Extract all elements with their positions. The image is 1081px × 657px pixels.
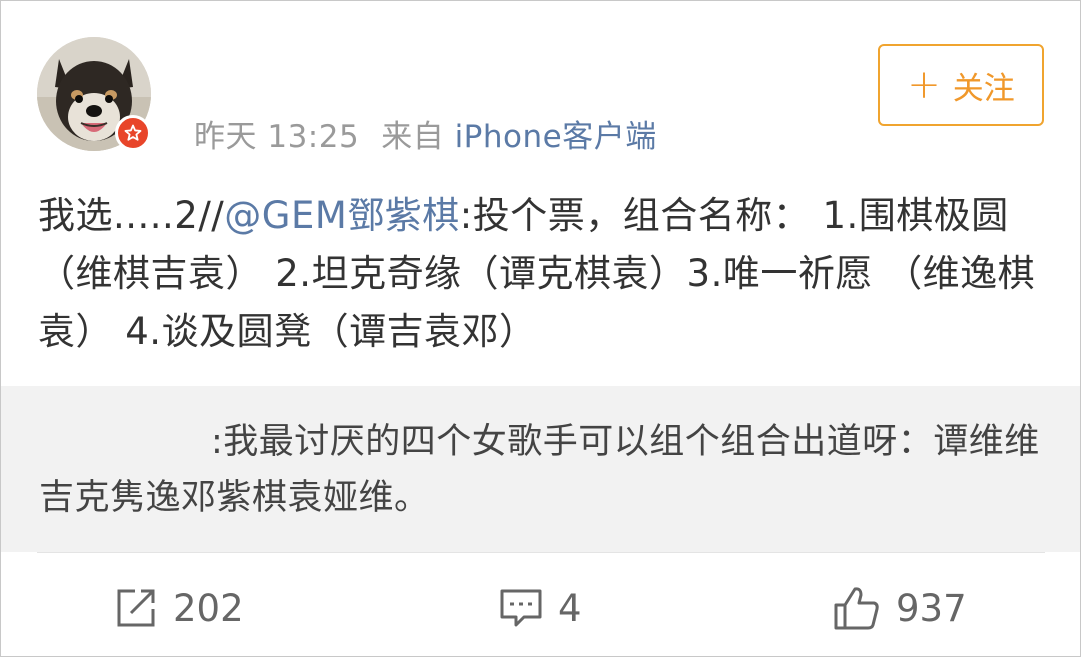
- follow-label: 关注: [952, 70, 1015, 107]
- mention-link[interactable]: @GEM鄧紫棋: [224, 194, 459, 237]
- comment-button[interactable]: 4: [498, 583, 582, 633]
- post-source-link[interactable]: iPhone客户端: [455, 119, 657, 155]
- repost-button[interactable]: 202: [113, 583, 244, 633]
- quoted-post[interactable]: :我最讨厌的四个女歌手可以组个组合出道呀：谭维维吉克隽逸邓紫棋袁娅维。: [1, 386, 1080, 552]
- comment-icon: [500, 589, 542, 627]
- thumbs-up-icon: [834, 587, 879, 630]
- source-prefix: 来自: [381, 119, 445, 155]
- quoted-post-text: :我最讨厌的四个女歌手可以组个组合出道呀：谭维维吉克隽逸邓紫棋袁娅维。: [39, 422, 1040, 518]
- like-count: 937: [896, 586, 967, 630]
- verified-badge-icon: [115, 115, 151, 151]
- post-time: 昨天 13:25: [194, 119, 360, 155]
- post-text-prefix: 我选.....2//: [38, 194, 225, 237]
- plus-icon: +: [907, 62, 941, 108]
- repost-icon: [117, 589, 155, 627]
- weibo-post-card: 昨天 13:25 来自 iPhone客户端 + 关注 我选.....2//@GEM…: [0, 0, 1081, 657]
- follow-button[interactable]: + 关注: [878, 44, 1044, 126]
- comment-count: 4: [558, 586, 582, 630]
- divider: [37, 552, 1045, 553]
- like-button[interactable]: 937: [832, 583, 967, 633]
- repost-count: 202: [173, 586, 244, 630]
- post-text: 我选.....2//@GEM鄧紫棋:投个票，组合名称： 1.围棋极圆（维棋吉袁）…: [38, 187, 1048, 361]
- post-meta: 昨天 13:25 来自 iPhone客户端: [194, 111, 657, 156]
